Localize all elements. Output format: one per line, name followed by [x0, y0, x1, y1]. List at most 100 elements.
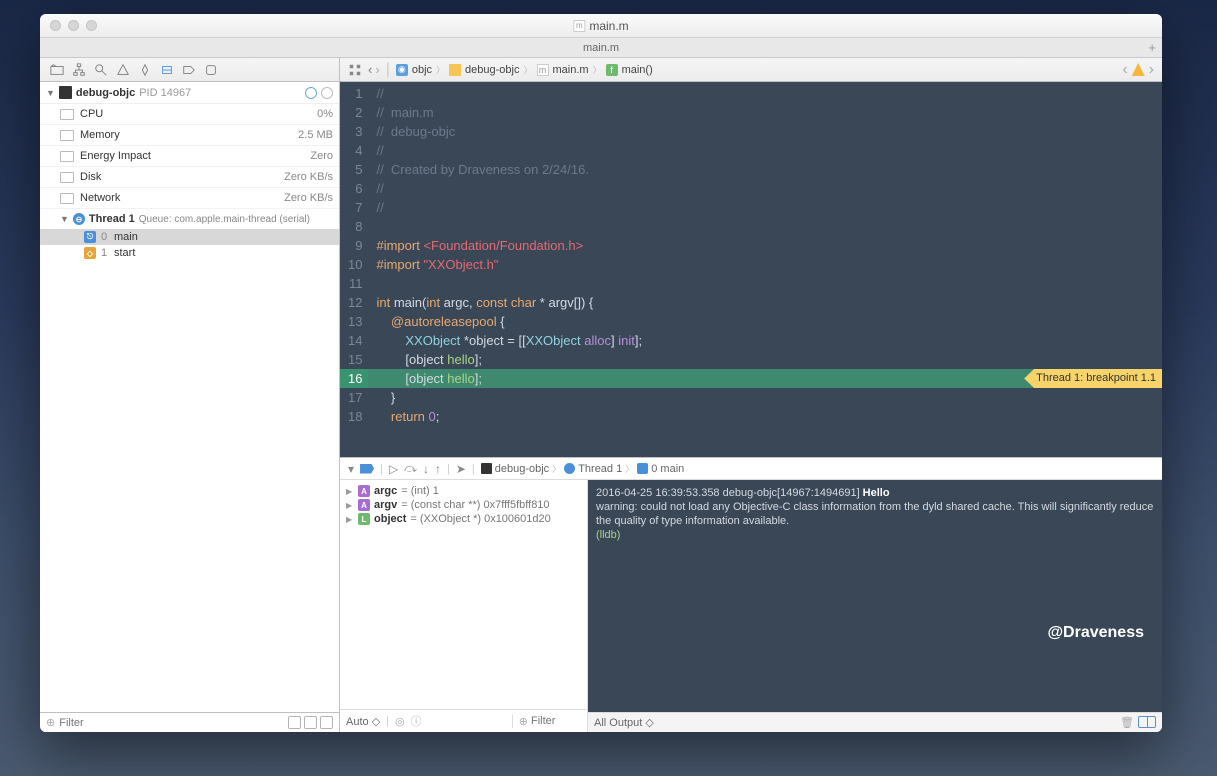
- step-out-button[interactable]: ↑: [435, 462, 441, 476]
- new-tab-button[interactable]: +: [1148, 40, 1156, 55]
- code-line[interactable]: [376, 217, 1154, 236]
- line-number[interactable]: 14: [348, 331, 362, 350]
- next-issue-button[interactable]: ›: [1149, 61, 1154, 79]
- step-in-button[interactable]: ↓: [423, 462, 429, 476]
- code-line[interactable]: // debug-objc: [376, 122, 1154, 141]
- nav-back-button[interactable]: ‹: [368, 62, 372, 77]
- filter-opt2-icon[interactable]: [304, 716, 317, 729]
- warning-indicator-icon[interactable]: [1132, 63, 1145, 76]
- code-line[interactable]: [object hello];: [376, 350, 1154, 369]
- breakpoint-nav-icon[interactable]: [182, 63, 196, 77]
- filter-opt3-icon[interactable]: [320, 716, 333, 729]
- step-over-button[interactable]: ⤼: [404, 461, 417, 476]
- close-icon[interactable]: [50, 20, 61, 31]
- related-items-icon[interactable]: [348, 63, 362, 77]
- tests-icon[interactable]: [138, 63, 152, 77]
- line-number[interactable]: 18: [348, 407, 362, 426]
- bc-file[interactable]: main.m: [553, 64, 589, 76]
- window-titlebar[interactable]: m main.m: [40, 14, 1162, 38]
- variable-row[interactable]: ▶Lobject = (XXObject *) 0x100601d20: [346, 512, 581, 526]
- filter-icon[interactable]: ⊕: [519, 715, 528, 728]
- disclosure-triangle-icon[interactable]: ▶: [346, 487, 354, 496]
- line-number[interactable]: 5: [348, 160, 362, 179]
- hide-debug-icon[interactable]: ▾: [348, 462, 354, 476]
- line-number[interactable]: 9: [348, 236, 362, 255]
- stack-frame[interactable]: ◇1start: [40, 245, 339, 261]
- bc-symbol[interactable]: main(): [622, 64, 653, 76]
- bc-folder[interactable]: debug-objc: [465, 64, 519, 76]
- code-content[interactable]: //// main.m// debug-objc//// Created by …: [368, 82, 1162, 457]
- bc-project[interactable]: objc: [412, 64, 432, 76]
- debug-frame[interactable]: 0 main: [651, 463, 684, 475]
- code-line[interactable]: // Created by Draveness on 2/24/16.: [376, 160, 1154, 179]
- variable-row[interactable]: ▶Aargc = (int) 1: [346, 484, 581, 498]
- variables-filter-input[interactable]: [531, 715, 581, 727]
- line-number[interactable]: 11: [348, 274, 362, 293]
- log-icon[interactable]: [204, 63, 218, 77]
- traffic-lights[interactable]: [50, 20, 97, 31]
- hierarchy-icon[interactable]: [72, 63, 86, 77]
- line-number[interactable]: 12: [348, 293, 362, 312]
- line-number[interactable]: 13: [348, 312, 362, 331]
- code-line[interactable]: #import "XXObject.h": [376, 255, 1154, 274]
- line-number[interactable]: 3: [348, 122, 362, 141]
- source-editor[interactable]: 123456789101112131415161718 //// main.m/…: [340, 82, 1162, 457]
- search-icon[interactable]: [94, 63, 108, 77]
- code-line[interactable]: int main(int argc, const char * argv[]) …: [376, 293, 1154, 312]
- line-gutter[interactable]: 123456789101112131415161718: [340, 82, 368, 457]
- prev-issue-button[interactable]: ‹: [1122, 61, 1127, 79]
- line-number[interactable]: 7: [348, 198, 362, 217]
- gauge-row[interactable]: NetworkZero KB/s: [40, 188, 339, 209]
- code-line[interactable]: }: [376, 388, 1154, 407]
- disclosure-triangle-icon[interactable]: ▼: [46, 88, 55, 98]
- maximize-icon[interactable]: [86, 20, 97, 31]
- continue-button[interactable]: ▷: [389, 462, 398, 476]
- print-desc-icon[interactable]: ⓘ: [411, 713, 422, 729]
- line-number[interactable]: 16: [340, 369, 368, 388]
- gauge-info-icon[interactable]: [321, 87, 333, 99]
- code-line[interactable]: @autoreleasepool {: [376, 312, 1154, 331]
- line-number[interactable]: 1: [348, 84, 362, 103]
- code-line[interactable]: //: [376, 179, 1154, 198]
- console-mode-selector[interactable]: All Output ◇: [594, 716, 654, 729]
- debug-thread[interactable]: Thread 1: [578, 463, 622, 475]
- location-icon[interactable]: ➤: [456, 462, 466, 476]
- filter-icon[interactable]: ⊕: [46, 716, 55, 729]
- line-number[interactable]: 6: [348, 179, 362, 198]
- navigator-filter-input[interactable]: [59, 717, 284, 729]
- code-line[interactable]: //: [376, 84, 1154, 103]
- breakpoints-toggle-icon[interactable]: [360, 464, 374, 474]
- code-line[interactable]: #import <Foundation/Foundation.h>: [376, 236, 1154, 255]
- line-number[interactable]: 17: [348, 388, 362, 407]
- disclosure-triangle-icon[interactable]: ▶: [346, 515, 354, 524]
- variable-row[interactable]: ▶Aargv = (const char **) 0x7fff5fbff810: [346, 498, 581, 512]
- line-number[interactable]: 4: [348, 141, 362, 160]
- trash-icon[interactable]: 🗑: [1120, 716, 1134, 729]
- line-number[interactable]: 15: [348, 350, 362, 369]
- disclosure-triangle-icon[interactable]: ▶: [346, 501, 354, 510]
- process-header[interactable]: ▼ debug-objc PID 14967: [40, 82, 339, 104]
- quicklook-icon[interactable]: ◎: [395, 715, 405, 728]
- minimize-icon[interactable]: [68, 20, 79, 31]
- gauge-row[interactable]: Memory2.5 MB: [40, 125, 339, 146]
- thread-row[interactable]: ▼ ⊖ Thread 1 Queue: com.apple.main-threa…: [40, 209, 339, 229]
- code-line[interactable]: //: [376, 141, 1154, 160]
- vars-mode-selector[interactable]: Auto ◇: [346, 715, 380, 728]
- debug-nav-icon[interactable]: [160, 63, 174, 77]
- lldb-prompt[interactable]: (lldb): [596, 529, 620, 541]
- gauge-row[interactable]: Energy ImpactZero: [40, 146, 339, 167]
- filter-opt1-icon[interactable]: [288, 716, 301, 729]
- line-number[interactable]: 10: [348, 255, 362, 274]
- stack-frame[interactable]: ⎋0main: [40, 229, 339, 245]
- code-line[interactable]: return 0;: [376, 407, 1154, 426]
- gauge-row[interactable]: DiskZero KB/s: [40, 167, 339, 188]
- debug-target[interactable]: debug-objc: [495, 463, 549, 475]
- disclosure-triangle-icon[interactable]: ▼: [60, 214, 69, 224]
- gauge-row[interactable]: CPU0%: [40, 104, 339, 125]
- debug-breadcrumb[interactable]: debug-objc 〉 Thread 1 〉 0 main: [481, 462, 685, 475]
- line-number[interactable]: 2: [348, 103, 362, 122]
- code-line[interactable]: XXObject *object = [[XXObject alloc] ini…: [376, 331, 1154, 350]
- gauge-record-icon[interactable]: [305, 87, 317, 99]
- code-line[interactable]: //: [376, 198, 1154, 217]
- folder-icon[interactable]: [50, 63, 64, 77]
